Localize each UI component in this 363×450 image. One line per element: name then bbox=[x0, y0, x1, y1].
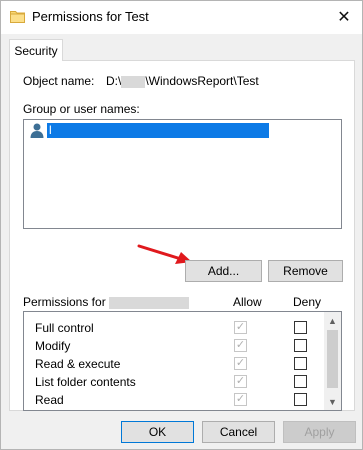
security-panel: Object name: D:\ \WindowsReport\Test Grou… bbox=[9, 60, 355, 411]
table-row: Full control ✓ bbox=[24, 319, 324, 337]
window-title: Permissions for Test bbox=[32, 9, 149, 24]
table-row: Read & execute ✓ bbox=[24, 355, 324, 373]
object-path: D:\ \WindowsReport\Test bbox=[106, 74, 259, 88]
deny-checkbox[interactable] bbox=[294, 393, 307, 406]
close-icon: ✕ bbox=[337, 9, 351, 26]
scroll-up-icon[interactable]: ▲ bbox=[324, 312, 341, 329]
check-icon: ✓ bbox=[235, 410, 246, 411]
add-button[interactable]: Add... bbox=[185, 260, 262, 282]
selection-highlight bbox=[47, 123, 269, 138]
ok-button-label: OK bbox=[148, 425, 167, 439]
check-icon: ✓ bbox=[235, 321, 246, 333]
list-item[interactable]: l bbox=[25, 122, 325, 139]
check-icon: ✓ bbox=[235, 393, 246, 405]
allow-checkbox: ✓ bbox=[234, 357, 247, 370]
permissions-header-label: Permissions for bbox=[23, 295, 106, 309]
redacted-segment bbox=[109, 296, 190, 309]
permission-name: Modify bbox=[35, 339, 71, 353]
permission-name: Read bbox=[35, 393, 64, 407]
deny-checkbox[interactable] bbox=[294, 375, 307, 388]
check-icon: ✓ bbox=[235, 375, 246, 387]
deny-checkbox[interactable] bbox=[294, 357, 307, 370]
redacted-segment bbox=[121, 75, 146, 88]
table-row: Read ✓ bbox=[24, 391, 324, 409]
allow-column-header: Allow bbox=[233, 295, 262, 309]
object-path-prefix: D:\ bbox=[106, 74, 122, 88]
allow-checkbox: ✓ bbox=[234, 393, 247, 406]
apply-button-label: Apply bbox=[304, 425, 335, 439]
tab-label: Security bbox=[14, 43, 58, 58]
vertical-scrollbar[interactable]: ▲ ▼ bbox=[324, 312, 341, 410]
scroll-thumb[interactable] bbox=[327, 330, 338, 388]
folder-icon bbox=[10, 10, 25, 23]
remove-button-label: Remove bbox=[283, 264, 328, 278]
ok-button[interactable]: OK bbox=[121, 421, 194, 443]
table-row: List folder contents ✓ bbox=[24, 373, 324, 391]
user-icon bbox=[29, 122, 45, 139]
scroll-down-icon[interactable]: ▼ bbox=[324, 393, 341, 410]
deny-checkbox[interactable] bbox=[294, 339, 307, 352]
object-name-label: Object name: bbox=[23, 74, 95, 88]
permissions-list[interactable]: Full control ✓ Modify ✓ Read & execute ✓… bbox=[23, 311, 342, 411]
check-icon: ✓ bbox=[235, 357, 246, 369]
apply-button[interactable]: Apply bbox=[283, 421, 356, 443]
cancel-button[interactable]: Cancel bbox=[202, 421, 275, 443]
cancel-button-label: Cancel bbox=[219, 425, 258, 439]
deny-column-header: Deny bbox=[293, 295, 322, 309]
permission-name: Full control bbox=[35, 321, 94, 335]
table-row: ✓ bbox=[24, 409, 324, 411]
title-bar: Permissions for Test ✕ bbox=[1, 1, 362, 34]
permissions-header: Permissions for bbox=[23, 295, 190, 309]
allow-checkbox: ✓ bbox=[234, 321, 247, 334]
permission-name: List folder contents bbox=[35, 375, 136, 389]
remove-button[interactable]: Remove bbox=[268, 260, 343, 282]
deny-checkbox[interactable] bbox=[294, 321, 307, 334]
tab-security[interactable]: Security bbox=[9, 39, 63, 61]
table-row: Modify ✓ bbox=[24, 337, 324, 355]
user-list[interactable]: l bbox=[23, 119, 342, 229]
permission-name: Read & execute bbox=[35, 357, 121, 371]
permissions-dialog: Permissions for Test ✕ Security Object n… bbox=[0, 0, 363, 450]
add-button-label: Add... bbox=[207, 264, 240, 278]
close-button[interactable]: ✕ bbox=[332, 6, 356, 28]
dialog-body: Security Object name: D:\ \WindowsReport\… bbox=[1, 34, 362, 449]
object-path-suffix: \WindowsReport\Test bbox=[145, 74, 259, 88]
allow-checkbox: ✓ bbox=[234, 339, 247, 352]
user-name: l bbox=[49, 123, 52, 137]
allow-checkbox: ✓ bbox=[234, 375, 247, 388]
group-user-label: Group or user names: bbox=[23, 102, 140, 116]
check-icon: ✓ bbox=[235, 339, 246, 351]
